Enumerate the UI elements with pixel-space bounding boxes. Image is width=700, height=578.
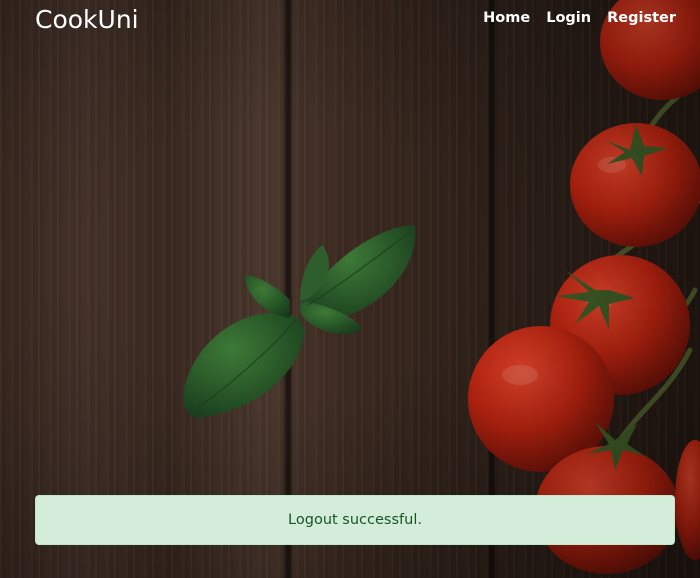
nav-login-link[interactable]: Login: [546, 10, 591, 26]
header: CookUni Home Login Register: [0, 0, 700, 42]
nav: Home Login Register: [483, 10, 676, 26]
page: CookUni Home Login Register Logout succe…: [0, 0, 700, 578]
nav-home-link[interactable]: Home: [483, 10, 530, 26]
nav-register-link[interactable]: Register: [607, 10, 676, 26]
alert-message: Logout successful.: [288, 512, 422, 528]
overlay: [0, 0, 700, 578]
success-alert: Logout successful.: [35, 495, 675, 545]
logo[interactable]: CookUni: [35, 5, 139, 34]
